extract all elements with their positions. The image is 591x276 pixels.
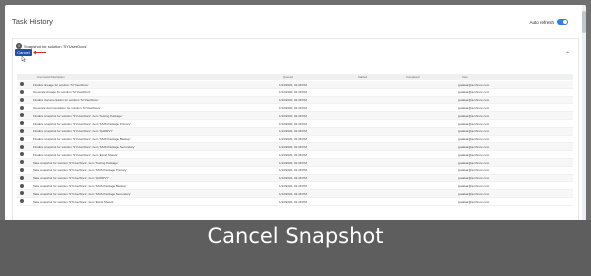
cell-user: jyatakar@amhrore.com: [458, 199, 490, 204]
auto-refresh: Auto refresh: [529, 19, 568, 25]
cell-desc: Generate documentation for solution 'SYU…: [33, 105, 101, 110]
cell-user: jyatakar@amhrore.com: [458, 168, 490, 173]
cell-queued: 1/13/2020, 02:48 PM: [279, 98, 307, 103]
chevron-up-icon[interactable]: ⌃: [565, 51, 570, 58]
cell-desc: Finalize snapshot for solution 'SYUserDo…: [33, 152, 118, 157]
cell-queued: 1/13/2020, 02:48 PM: [279, 183, 307, 188]
cell-queued: 1/13/2020, 02:48 PM: [279, 160, 307, 165]
cell-user: jyatakar@amhrore.com: [458, 98, 490, 103]
cell-queued: 1/13/2020, 02:48 PM: [279, 168, 307, 173]
cell-desc: Generate lineage for solution 'SYUserDoc…: [33, 90, 91, 95]
column-header: Completed: [406, 75, 420, 79]
cell-desc: Take snapshot for solution 'SYUserDocs',…: [33, 168, 127, 173]
cell-queued: 1/13/2020, 02:48 PM: [279, 113, 307, 118]
cell-user: jyatakar@amhrore.com: [458, 144, 490, 149]
cancel-button[interactable]: Cancel: [15, 49, 32, 56]
cell-desc: Finalize snapshot for solution 'SYUserDo…: [33, 137, 131, 142]
table-row[interactable]: Take snapshot for solution 'SYUserDocs',…: [17, 174, 573, 183]
status-icon: [20, 152, 24, 157]
table-row[interactable]: Take snapshot for solution 'SYUserDocs',…: [17, 158, 573, 167]
arrow-left-icon: [33, 50, 46, 55]
table-row[interactable]: Take snapshot for solution 'SYUserDocs',…: [17, 198, 573, 206]
cell-desc: Take snapshot for solution 'SYUserDocs',…: [33, 176, 109, 181]
cell-desc: Take snapshot for solution 'SYUserDocs',…: [33, 199, 114, 204]
status-icon: [20, 191, 24, 196]
table-row[interactable]: Finalize documentation for solution 'SYU…: [17, 96, 573, 105]
cell-queued: 1/13/2020, 02:48 PM: [279, 191, 307, 196]
status-icon: [20, 160, 24, 165]
snapshot-label: Snapshot for solution 'SYUserDocs': [24, 43, 88, 49]
status-icon: [20, 144, 24, 149]
status-icon: [20, 136, 24, 141]
status-icon: [20, 121, 24, 126]
cell-queued: 1/13/2020, 02:48 PM: [279, 129, 307, 134]
table-row[interactable]: Finalize snapshot for solution 'SYUserDo…: [17, 151, 573, 159]
auto-refresh-toggle[interactable]: [557, 19, 568, 25]
page-title: Task History: [12, 17, 53, 26]
cell-queued: 1/13/2020, 02:48 PM: [279, 199, 307, 204]
snapshot-card: i Snapshot for solution 'SYUserDocs' Can…: [12, 38, 579, 226]
cell-desc: Finalize snapshot for solution 'SYUserDo…: [33, 144, 135, 149]
table-header: Command Description Queued Started Compl…: [17, 74, 573, 80]
cell-queued: 1/13/2020, 02:48 PM: [279, 121, 307, 126]
cell-queued: 1/13/2020, 02:48 PM: [279, 90, 307, 95]
task-table-body: Finalize lineage for solution 'SYUserDoc…: [17, 81, 573, 206]
cell-desc: Finalize documentation for solution 'SYU…: [33, 98, 99, 103]
table-row[interactable]: Generate lineage for solution 'SYUserDoc…: [17, 89, 573, 97]
table-row[interactable]: Finalize snapshot for solution 'SYUserDo…: [17, 120, 573, 128]
status-icon: [20, 113, 24, 118]
mouse-cursor-icon: [21, 56, 26, 62]
cell-user: jyatakar@amhrore.com: [458, 113, 490, 118]
cell-user: jyatakar@amhrore.com: [458, 82, 490, 87]
cell-desc: Take snapshot for solution 'SYUserDocs',…: [33, 160, 119, 165]
cell-desc: Finalize lineage for solution 'SYUserDoc…: [33, 82, 89, 87]
table-row[interactable]: Take snapshot for solution 'SYUserDocs',…: [17, 167, 573, 175]
status-icon: [20, 105, 24, 110]
table-row[interactable]: Finalize snapshot for solution 'SYUserDo…: [17, 143, 573, 152]
cell-user: jyatakar@amhrore.com: [458, 160, 490, 165]
table-row[interactable]: Take snapshot for solution 'SYUserDocs',…: [17, 190, 573, 198]
cell-queued: 1/13/2020, 02:48 PM: [279, 137, 307, 142]
caption-text: Cancel Snapshot: [207, 224, 384, 248]
status-icon: [20, 128, 24, 133]
cell-queued: 1/13/2020, 02:48 PM: [279, 82, 307, 87]
status-icon: [20, 183, 24, 188]
table-row[interactable]: Finalize snapshot for solution 'SYUserDo…: [17, 136, 573, 144]
column-header: Command Description: [37, 75, 65, 79]
cell-user: jyatakar@amhrore.com: [458, 191, 490, 196]
status-icon: [20, 167, 24, 172]
status-icon: [20, 82, 24, 87]
cell-queued: 1/13/2020, 02:48 PM: [279, 176, 307, 181]
cell-desc: Finalize snapshot for solution 'SYUserDo…: [33, 121, 131, 126]
cell-user: jyatakar@amhrore.com: [458, 176, 490, 181]
cell-user: jyatakar@amhrore.com: [458, 137, 490, 142]
cell-queued: 1/13/2020, 02:48 PM: [279, 152, 307, 157]
table-row[interactable]: Finalize lineage for solution 'SYUserDoc…: [17, 81, 573, 89]
column-header: Queued: [283, 75, 293, 79]
cell-user: jyatakar@amhrore.com: [458, 183, 490, 188]
table-row[interactable]: Finalize snapshot for solution 'SYUserDo…: [17, 112, 573, 120]
cell-queued: 1/13/2020, 02:48 PM: [279, 144, 307, 149]
status-icon: [20, 199, 24, 204]
column-header: Started: [358, 75, 368, 79]
status-icon: [20, 97, 24, 102]
cell-desc: Take snapshot for solution 'SYUserDocs',…: [33, 183, 127, 188]
cell-user: jyatakar@amhrore.com: [458, 90, 490, 95]
cell-desc: Finalize snapshot for solution 'SYUserDo…: [33, 113, 123, 118]
cell-user: jyatakar@amhrore.com: [458, 152, 490, 157]
cell-queued: 1/13/2020, 02:48 PM: [279, 105, 307, 110]
table-row[interactable]: Finalize snapshot for solution 'SYUserDo…: [17, 127, 573, 136]
table-row[interactable]: Generate documentation for solution 'SYU…: [17, 104, 573, 113]
scrollbar-thumb[interactable]: [582, 11, 586, 33]
cell-user: jyatakar@amhrore.com: [458, 129, 490, 134]
cell-user: jyatakar@amhrore.com: [458, 105, 490, 110]
status-icon: [20, 89, 24, 94]
cell-desc: Finalize snapshot for solution 'SYUserDo…: [33, 129, 113, 134]
column-header: User: [462, 75, 468, 79]
cell-desc: Take snapshot for solution 'SYUserDocs',…: [33, 191, 131, 196]
status-icon: [20, 175, 24, 180]
table-row[interactable]: Take snapshot for solution 'SYUserDocs',…: [17, 182, 573, 191]
cell-user: jyatakar@amhrore.com: [458, 121, 490, 126]
auto-refresh-label: Auto refresh: [529, 19, 554, 25]
